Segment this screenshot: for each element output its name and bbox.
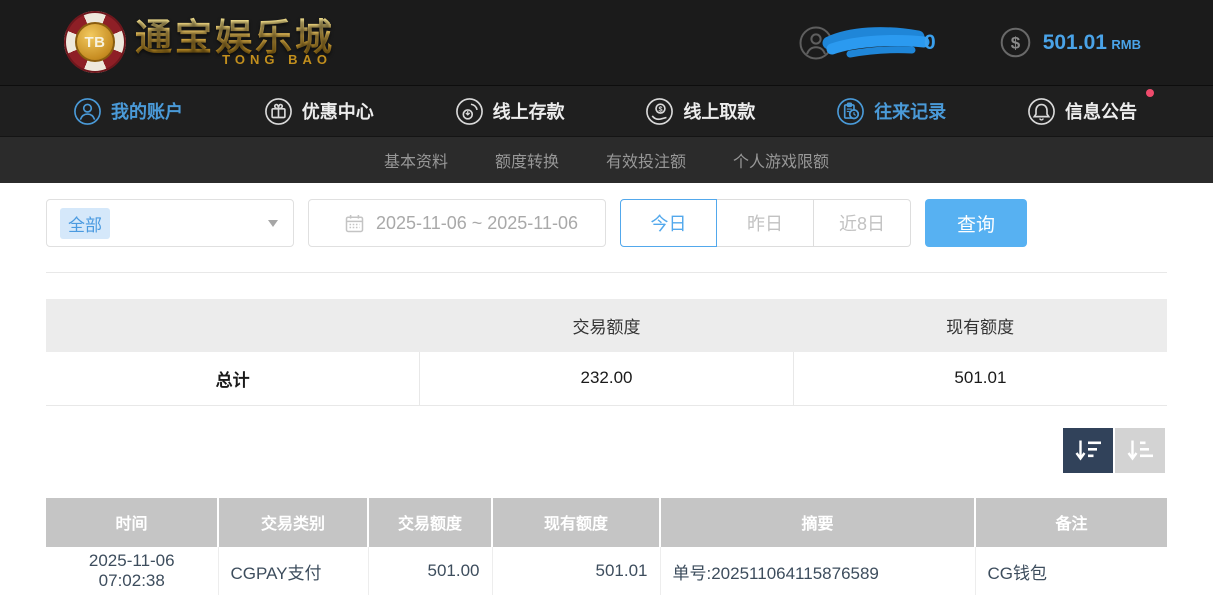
sort-descending-button[interactable] bbox=[1063, 428, 1113, 473]
username-display[interactable]: 0 bbox=[798, 25, 936, 61]
quick-range-yesterday[interactable]: 昨日 bbox=[717, 199, 814, 247]
account-sub-navigation: 基本资料 额度转换 有效投注额 个人游戏限额 bbox=[0, 136, 1213, 183]
summary-col-current-balance: 现有额度 bbox=[793, 299, 1167, 352]
col-summary: 摘要 bbox=[660, 498, 975, 547]
selected-type: 全部 bbox=[60, 208, 110, 239]
site-subtitle: TONG BAO bbox=[135, 52, 335, 67]
filter-row: 全部 2025-11-06 ~ 2025-11-06 今日 昨日 近8日 查询 bbox=[46, 199, 1167, 247]
sort-controls bbox=[46, 428, 1165, 473]
col-current-balance: 现有额度 bbox=[492, 498, 660, 547]
deposit-coin-icon bbox=[455, 97, 484, 126]
subnav-item-valid-bets[interactable]: 有效投注额 bbox=[606, 148, 686, 172]
summary-total-row: 总计 232.00 501.01 bbox=[46, 352, 1167, 405]
gift-icon bbox=[264, 97, 293, 126]
main-navigation: 我的账户 优惠中心 线上存款 $ 线上取款 bbox=[0, 85, 1213, 136]
nav-label: 信息公告 bbox=[1065, 98, 1137, 124]
chip-center: TB bbox=[75, 22, 115, 62]
nav-item-announcements[interactable]: 信息公告 bbox=[1027, 97, 1137, 126]
cell-transaction-type: CGPAY支付 bbox=[218, 547, 368, 595]
sort-descending-icon bbox=[1075, 438, 1102, 462]
svg-text:$: $ bbox=[659, 104, 663, 113]
sort-ascending-icon bbox=[1127, 438, 1154, 462]
date-range-value: 2025-11-06 ~ 2025-11-06 bbox=[376, 213, 578, 234]
nav-label: 线上取款 bbox=[683, 98, 755, 124]
calendar-icon bbox=[345, 214, 364, 233]
site-logo[interactable]: TB 通宝娱乐城 TONG BAO bbox=[64, 11, 335, 73]
sort-ascending-button[interactable] bbox=[1115, 428, 1165, 473]
subnav-item-basic-info[interactable]: 基本资料 bbox=[384, 148, 448, 172]
quick-range-last-8-days[interactable]: 近8日 bbox=[814, 199, 911, 247]
col-time: 时间 bbox=[46, 498, 218, 547]
redaction-scribble bbox=[822, 25, 934, 61]
summary-table: 交易额度 现有额度 总计 232.00 501.01 bbox=[46, 299, 1167, 406]
nav-label: 我的账户 bbox=[111, 98, 183, 124]
cell-current-balance: 501.01 bbox=[492, 547, 660, 595]
nav-label: 优惠中心 bbox=[302, 98, 374, 124]
col-remarks: 备注 bbox=[975, 498, 1167, 547]
top-bar: TB 通宝娱乐城 TONG BAO 0 $ bbox=[0, 0, 1213, 85]
top-bar-right: 0 $ 501.01 RMB bbox=[798, 0, 1141, 85]
username-suffix: 0 bbox=[924, 31, 936, 55]
summary-col-transaction-amount: 交易额度 bbox=[420, 299, 794, 352]
table-row: 2025-11-06 07:02:38 CGPAY支付 501.00 501.0… bbox=[46, 547, 1167, 595]
withdraw-coin-icon: $ bbox=[645, 97, 674, 126]
chip-monogram: TB bbox=[85, 34, 106, 51]
cell-remarks: CG钱包 bbox=[975, 547, 1167, 595]
summary-current-balance: 501.01 bbox=[793, 352, 1167, 405]
date-range-picker[interactable]: 2025-11-06 ~ 2025-11-06 bbox=[308, 199, 606, 247]
chevron-down-icon bbox=[268, 220, 278, 227]
transaction-type-select[interactable]: 全部 bbox=[46, 199, 294, 247]
nav-item-transaction-records[interactable]: 往来记录 bbox=[836, 97, 946, 126]
cell-time: 2025-11-06 07:02:38 bbox=[46, 547, 218, 595]
nav-item-promotions[interactable]: 优惠中心 bbox=[264, 97, 374, 126]
cell-transaction-amount: 501.00 bbox=[368, 547, 492, 595]
col-transaction-amount: 交易额度 bbox=[368, 498, 492, 547]
dollar-circle-icon: $ bbox=[1000, 27, 1031, 58]
nav-item-withdrawal[interactable]: $ 线上取款 bbox=[645, 97, 755, 126]
casino-chip-icon: TB bbox=[64, 11, 126, 73]
wallet-balance[interactable]: $ 501.01 RMB bbox=[1000, 27, 1141, 58]
notification-dot bbox=[1146, 89, 1154, 97]
content-area: 全部 2025-11-06 ~ 2025-11-06 今日 昨日 近8日 查询 bbox=[0, 199, 1213, 595]
col-transaction-type: 交易类别 bbox=[218, 498, 368, 547]
nav-item-my-account[interactable]: 我的账户 bbox=[73, 97, 183, 126]
nav-label: 线上存款 bbox=[493, 98, 565, 124]
balance-currency: RMB bbox=[1111, 37, 1141, 52]
balance-amount: 501.01 bbox=[1043, 31, 1107, 54]
logo-text: 通宝娱乐城 TONG BAO bbox=[135, 17, 335, 68]
transaction-records-table: 时间 交易类别 交易额度 现有额度 摘要 备注 2025-11-06 07:02… bbox=[46, 498, 1167, 595]
search-button[interactable]: 查询 bbox=[925, 199, 1027, 247]
nav-label: 往来记录 bbox=[874, 98, 946, 124]
summary-header-row: 交易额度 现有额度 bbox=[46, 299, 1167, 352]
subnav-item-credit-transfer[interactable]: 额度转换 bbox=[495, 148, 559, 172]
nav-item-deposit[interactable]: 线上存款 bbox=[455, 97, 565, 126]
subnav-item-game-limits[interactable]: 个人游戏限额 bbox=[733, 148, 829, 172]
bell-icon bbox=[1027, 97, 1056, 126]
user-circle-icon bbox=[73, 97, 102, 126]
quick-range-group: 今日 昨日 近8日 bbox=[620, 199, 911, 247]
section-divider bbox=[46, 272, 1167, 273]
svg-text:$: $ bbox=[1010, 34, 1020, 53]
summary-total-label: 总计 bbox=[46, 352, 420, 405]
quick-range-today[interactable]: 今日 bbox=[620, 199, 717, 247]
summary-transaction-amount: 232.00 bbox=[420, 352, 794, 405]
records-header-row: 时间 交易类别 交易额度 现有额度 摘要 备注 bbox=[46, 498, 1167, 547]
cell-summary: 单号:202511064115876589 bbox=[660, 547, 975, 595]
clipboard-clock-icon bbox=[836, 97, 865, 126]
summary-col-empty bbox=[46, 299, 420, 352]
